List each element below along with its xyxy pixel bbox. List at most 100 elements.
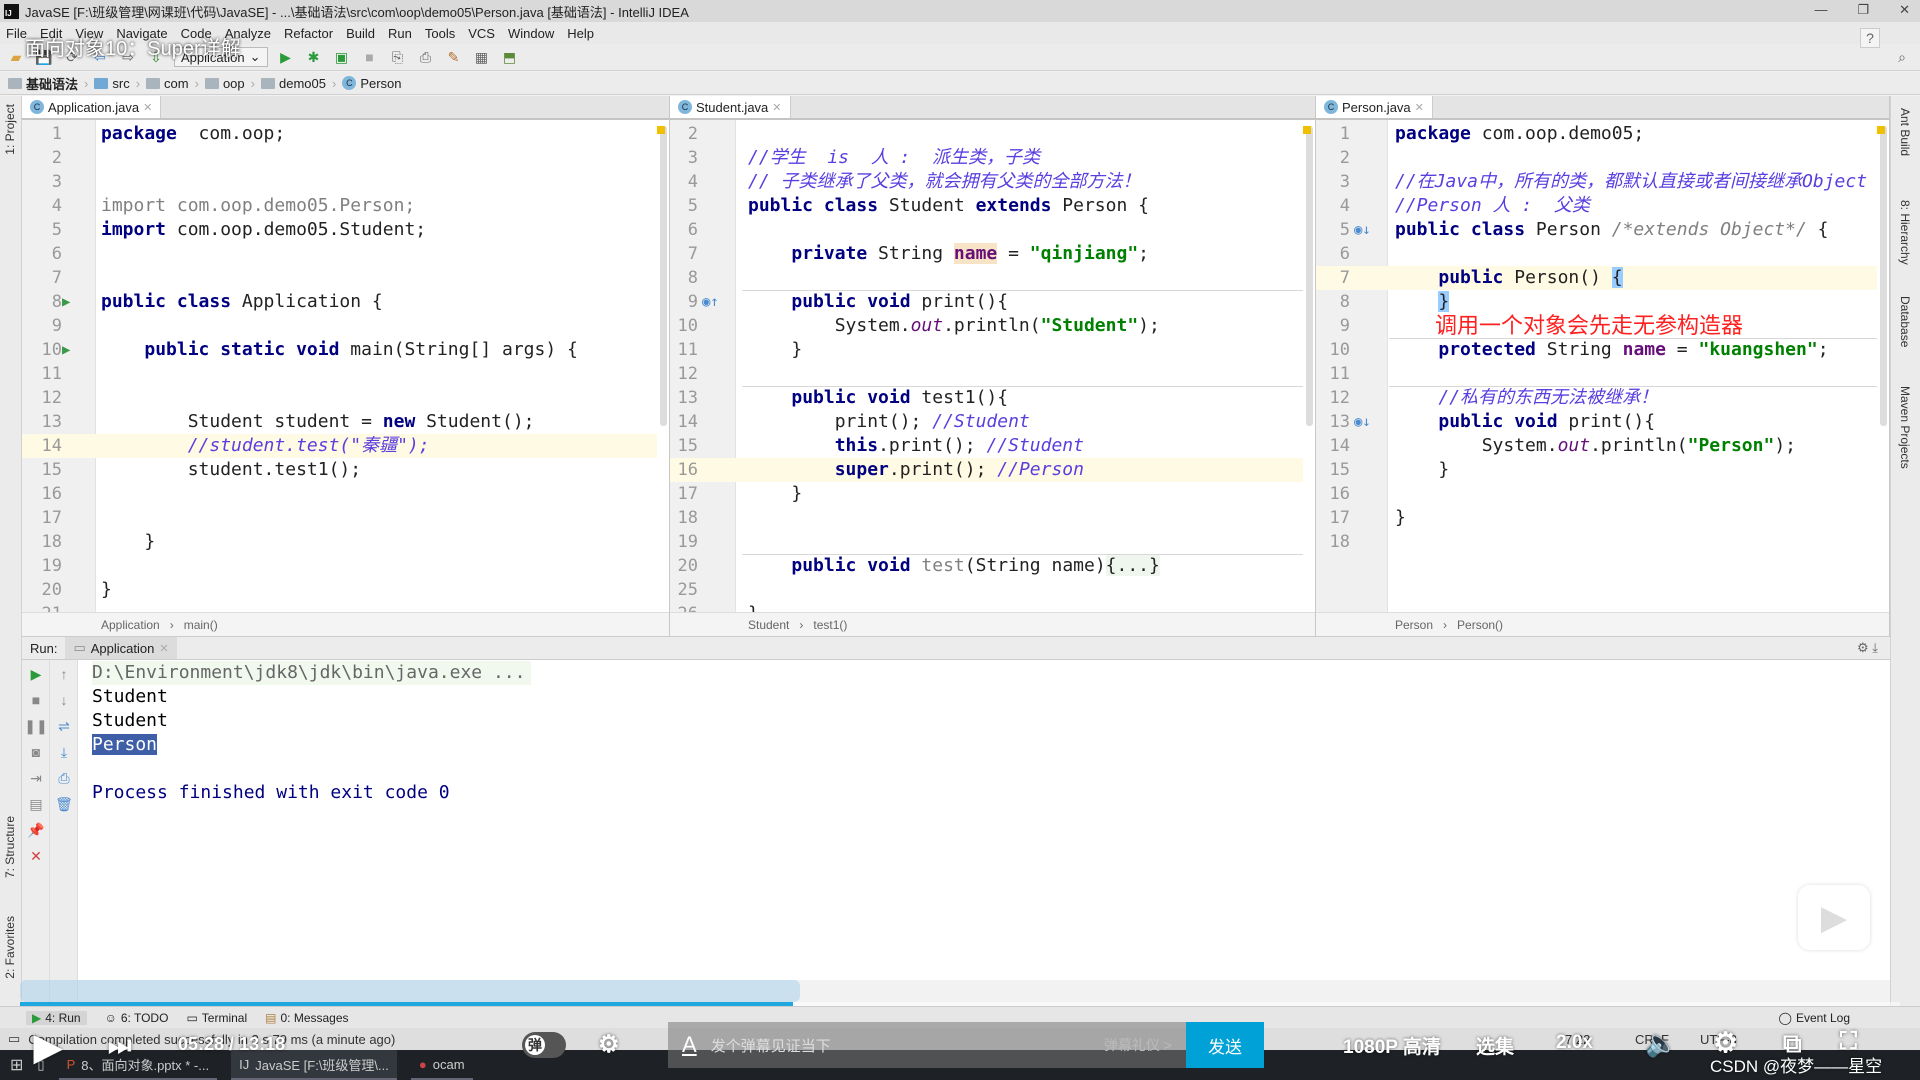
tab-run[interactable]: ▶ 4: Run <box>26 1010 87 1025</box>
code-line[interactable]: 1 package com.oop; <box>22 122 657 146</box>
danmaku-settings-icon[interactable]: ⚙ <box>598 1030 620 1059</box>
favorites-tool-button[interactable]: 2: Favorites <box>3 916 17 979</box>
code-line[interactable]: 17 <box>22 506 657 530</box>
code-line[interactable]: 10 protected String name = "kuangshen"; <box>1316 338 1877 362</box>
editor-breadcrumb-item[interactable]: Application <box>101 618 160 632</box>
menu-refactor[interactable]: Refactor <box>284 26 333 41</box>
code-line[interactable]: 10 System.out.println("Student"); <box>670 314 1303 338</box>
close-icon[interactable]: ✕ <box>26 846 46 866</box>
quality-button[interactable]: 1080P 高清 <box>1343 1032 1441 1059</box>
search-icon[interactable]: ⌕ <box>1892 47 1912 67</box>
code-line[interactable]: 4 // 子类继承了父类，就会拥有父类的全部方法！ <box>670 170 1303 194</box>
breadcrumb-item[interactable]: 基础语法 <box>8 74 78 93</box>
code-line[interactable]: 7 public Person() { <box>1316 266 1877 290</box>
danmaku-toggle[interactable]: 弹 <box>522 1032 566 1058</box>
code-line[interactable]: 18 <box>1316 530 1877 554</box>
rerun-icon[interactable]: ▶ <box>26 664 46 684</box>
font-style-icon[interactable]: A <box>682 1032 697 1058</box>
project-tool-button[interactable]: 1: Project <box>3 104 17 155</box>
code-line[interactable]: 15 this.print(); //Student <box>670 434 1303 458</box>
editor-breadcrumb-item[interactable]: Person() <box>1457 618 1503 632</box>
close-tab-icon[interactable]: ✕ <box>1415 101 1424 114</box>
settings-wrench-icon[interactable]: ✎ <box>444 47 464 67</box>
dump-threads-icon[interactable]: ◙ <box>26 742 46 762</box>
windows-start-icon[interactable]: ⊞ <box>10 1055 23 1075</box>
code-line[interactable]: 3 //在Java中，所有的类，都默认直接或者间接继承Object <box>1316 170 1877 194</box>
code-line[interactable]: 4 import com.oop.demo05.Person; <box>22 194 657 218</box>
danmaku-input[interactable]: A 发个弹幕见证当下 弹幕礼仪 > <box>668 1022 1186 1068</box>
vcs-commit-icon[interactable]: ⎙ <box>416 47 436 67</box>
sdk-icon[interactable]: ⬒ <box>500 47 520 67</box>
code-line[interactable]: 17} <box>1316 506 1877 530</box>
vertical-scrollbar[interactable] <box>1880 126 1887 426</box>
database-tool-button[interactable]: Database <box>1898 296 1912 347</box>
code-line[interactable]: 14 print(); //Student <box>670 410 1303 434</box>
menu-help[interactable]: Help <box>567 26 594 41</box>
vertical-scrollbar[interactable] <box>660 126 667 426</box>
layout-icon[interactable]: ▤ <box>26 794 46 814</box>
code-line[interactable]: 2 <box>22 146 657 170</box>
close-tab-icon[interactable]: ✕ <box>143 101 152 114</box>
exit-icon[interactable]: ⇥ <box>26 768 46 788</box>
code-line[interactable]: 9 ◉↑ public void print(){ <box>670 290 1303 314</box>
play-icon[interactable]: ▶ <box>34 1026 62 1068</box>
tab-terminal[interactable]: ▭ Terminal <box>186 1011 247 1025</box>
code-line[interactable]: 12 <box>22 386 657 410</box>
maximize-button[interactable]: ❐ <box>1857 2 1869 18</box>
coverage-icon[interactable]: ▣ <box>332 47 352 67</box>
code-line[interactable]: 14 //student.test("秦疆"); <box>22 434 657 458</box>
code-line[interactable]: 19 <box>670 530 1303 554</box>
menu-file[interactable]: File <box>6 26 27 41</box>
code-line[interactable]: 1 package com.oop.demo05; <box>1316 122 1877 146</box>
project-structure-icon[interactable]: ▦ <box>472 47 492 67</box>
code-line[interactable]: 3 //学生 is 人 : 派生类，子类 <box>670 146 1303 170</box>
tab-application-java[interactable]: C Application.java ✕ <box>22 96 162 118</box>
open-icon[interactable]: ▰ <box>6 47 26 67</box>
code-line[interactable]: 13 public void test1(){ <box>670 386 1303 410</box>
run-icon[interactable]: ▶ <box>276 47 296 67</box>
editor-breadcrumb-item[interactable]: Student <box>748 618 789 632</box>
menu-window[interactable]: Window <box>508 26 554 41</box>
taskbar-item-ocam[interactable]: ● ocam <box>410 1050 473 1080</box>
code-line[interactable]: 5 ◉↓ public class Person /*extends Object*… <box>1316 218 1877 242</box>
warning-marker[interactable] <box>1303 126 1311 134</box>
tab-student-java[interactable]: C Student.java ✕ <box>670 96 791 118</box>
menu-tools[interactable]: Tools <box>425 26 455 41</box>
run-console[interactable]: D:\Environment\jdk8\jdk\bin\java.exe ...… <box>78 660 1890 980</box>
print-icon[interactable]: ⎙ <box>54 768 74 788</box>
structure-tool-button[interactable]: 7: Structure <box>3 816 17 878</box>
code-line[interactable]: 18 } <box>22 530 657 554</box>
gear-icon[interactable]: ⚙ ⤓ <box>1857 640 1878 656</box>
run-icon[interactable]: ▶ <box>62 290 70 314</box>
speed-button[interactable]: 2.0x <box>1556 1032 1593 1054</box>
code-line[interactable]: 5 public class Student extends Person { <box>670 194 1303 218</box>
hierarchy-tool-button[interactable]: 8: Hierarchy <box>1898 200 1912 265</box>
menu-run[interactable]: Run <box>388 26 412 41</box>
vertical-scrollbar[interactable] <box>1306 126 1313 426</box>
code-line[interactable]: 16 <box>22 482 657 506</box>
menu-vcs[interactable]: VCS <box>468 26 495 41</box>
pin-icon[interactable]: 📌 <box>26 820 46 840</box>
run-tab-application[interactable]: ▭ Application ✕ <box>65 637 177 659</box>
code-line[interactable]: 3 <box>22 170 657 194</box>
code-line[interactable]: 16 super.print(); //Person <box>670 458 1303 482</box>
code-line[interactable]: 6 <box>22 242 657 266</box>
debug-icon[interactable]: ✱ <box>304 47 324 67</box>
episodes-button[interactable]: 选集 <box>1476 1032 1514 1059</box>
code-line[interactable]: 13 ◉↓ public void print(){ <box>1316 410 1877 434</box>
send-danmaku-button[interactable]: 发送 <box>1186 1022 1264 1068</box>
breadcrumb-item[interactable]: demo05 <box>261 76 326 91</box>
stop-icon[interactable]: ■ <box>360 47 380 67</box>
code-line[interactable]: 9 <box>22 314 657 338</box>
editor-application[interactable]: C Application.java ✕ 1 package com.oop; 2 3 4 im… <box>22 96 670 636</box>
code-line[interactable]: 20} <box>22 578 657 602</box>
code-line[interactable]: 10 ▶ public static void main(String[] arg… <box>22 338 657 362</box>
code-line[interactable]: 17 } <box>670 482 1303 506</box>
event-log-button[interactable]: ◯ Event Log <box>1779 1011 1850 1025</box>
breadcrumb-item[interactable]: com <box>146 76 189 91</box>
volume-icon[interactable]: 🔈 <box>1645 1028 1677 1059</box>
code-line[interactable]: 8 ▶ public class Application { <box>22 290 657 314</box>
code-line[interactable]: 6 <box>670 218 1303 242</box>
close-icon[interactable]: ✕ <box>159 642 168 655</box>
trash-icon[interactable]: 🗑 <box>54 794 74 814</box>
